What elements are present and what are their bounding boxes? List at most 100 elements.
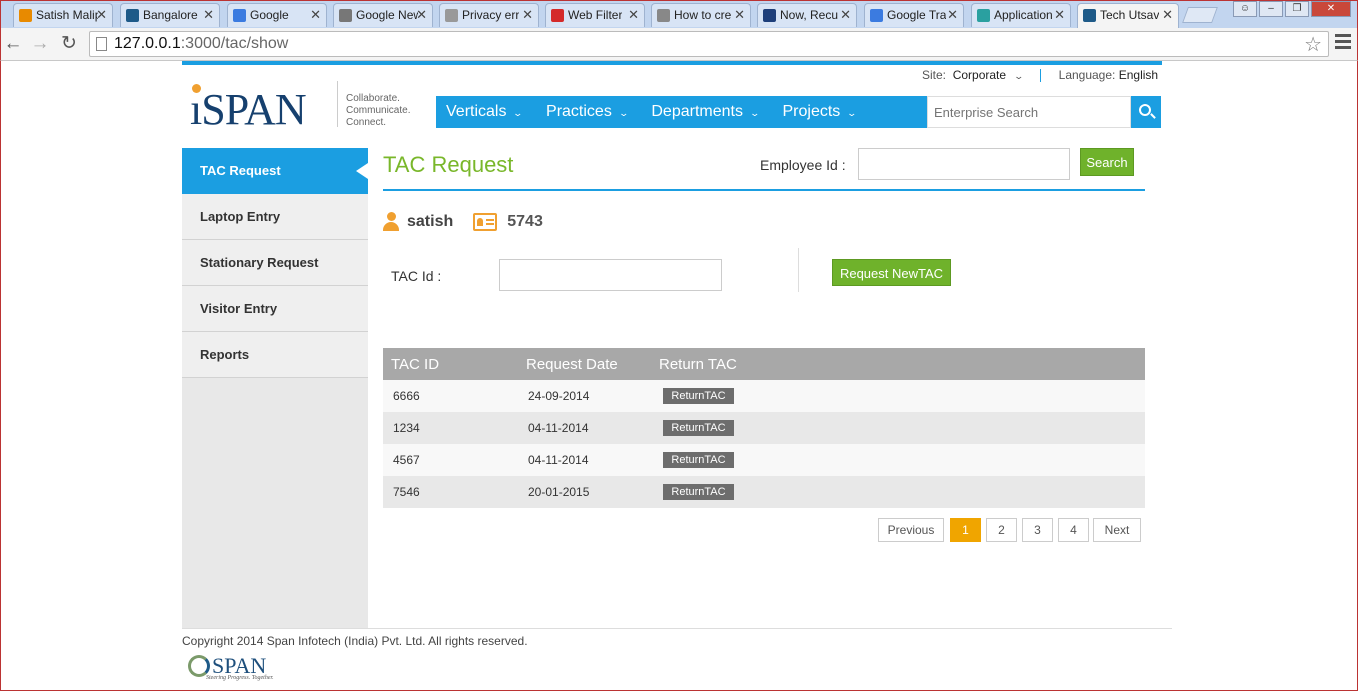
back-arrow-icon[interactable]: ← (1, 32, 25, 56)
page-button[interactable]: 3 (1022, 518, 1053, 542)
user-profile-icon[interactable]: ☺ (1233, 1, 1257, 17)
sidebar-item-tac-request[interactable]: TAC Request (182, 148, 368, 194)
nav-departments[interactable]: Departments ⌄ (637, 96, 768, 128)
bookmark-star-icon[interactable]: ☆ (1304, 32, 1322, 57)
new-tab-button[interactable] (1182, 7, 1218, 23)
close-tab-icon[interactable]: ✕ (203, 4, 214, 26)
sidebar-item-stationary-request[interactable]: Stationary Request (182, 240, 368, 286)
chevron-down-icon: ⌄ (749, 108, 761, 118)
chevron-down-icon: ⌄ (846, 108, 858, 118)
user-name: satish (407, 213, 454, 230)
table-row: 1234 04-11-2014 ReturnTAC (383, 412, 1145, 444)
close-tab-icon[interactable]: ✕ (628, 4, 639, 26)
zscaler-icon (551, 9, 564, 22)
language-value[interactable]: English (1119, 68, 1158, 82)
browser-tab-bar: Satish Malip ✕ Bangalore ✕ Google ✕ Google New… (0, 0, 1358, 29)
sidebar-item-label: Laptop Entry (200, 209, 281, 224)
nav-label: Verticals (446, 103, 507, 120)
close-tab-icon[interactable]: ✕ (1054, 4, 1065, 26)
tac-id-cell: 4567 (393, 453, 420, 467)
nav-label: Practices (546, 103, 612, 120)
language-label: Language: (1058, 68, 1116, 82)
nav-projects[interactable]: Projects ⌄ (769, 96, 866, 128)
tab-label: Privacy err (462, 8, 520, 22)
sidebar-item-label: Visitor Entry (200, 301, 278, 316)
tagline-line: Communicate. (346, 105, 411, 116)
browser-tab[interactable]: How to cre ✕ (651, 3, 751, 27)
tac-id-cell: 6666 (393, 389, 420, 403)
nav-verticals[interactable]: Verticals ⌄ (436, 96, 532, 128)
copyright-text: Copyright 2014 Span Infotech (India) Pvt… (182, 634, 528, 648)
column-header: TAC ID (391, 356, 440, 373)
header-top-border (182, 61, 1162, 65)
browser-tab[interactable]: Bangalore ✕ (120, 3, 220, 27)
maximize-icon[interactable]: ❐ (1285, 1, 1309, 17)
close-tab-icon[interactable]: ✕ (96, 4, 107, 26)
url-host: 127.0.0.1 (114, 35, 181, 52)
page-button[interactable]: 1 (950, 518, 981, 542)
request-new-tac-button[interactable]: Request NewTAC (832, 259, 951, 286)
tac-id-cell: 7546 (393, 485, 420, 499)
employee-id-input[interactable] (858, 148, 1070, 180)
previous-page-button[interactable]: Previous (878, 518, 944, 542)
enterprise-search-input[interactable] (927, 96, 1131, 128)
return-tac-button[interactable]: ReturnTAC (663, 484, 734, 500)
logo-text: SPAN (201, 85, 306, 134)
reload-icon[interactable]: ↻ (57, 32, 81, 56)
close-tab-icon[interactable]: ✕ (947, 4, 958, 26)
site-label: Site: (922, 68, 947, 82)
browser-tab[interactable]: Google ✕ (227, 3, 327, 27)
close-window-icon[interactable]: ✕ (1311, 1, 1351, 17)
tab-label: Tech Utsav (1100, 8, 1160, 22)
browser-tab[interactable]: Web Filter ✕ (545, 3, 645, 27)
address-bar[interactable]: 127.0.0.1:3000/tac/show ☆ (89, 31, 1329, 57)
tab-label: Web Filter (568, 8, 623, 22)
sidebar: TAC Request Laptop Entry Stationary Requ… (182, 148, 368, 628)
minimize-icon[interactable]: – (1259, 1, 1283, 17)
page-button[interactable]: 2 (986, 518, 1017, 542)
page-icon (445, 9, 458, 22)
site-selector[interactable]: Corporate (953, 68, 1006, 82)
span-person-icon (1083, 9, 1096, 22)
browser-toolbar: ← → ↻ 127.0.0.1:3000/tac/show ☆ (0, 28, 1358, 61)
close-tab-icon[interactable]: ✕ (416, 4, 427, 26)
return-tac-button[interactable]: ReturnTAC (663, 452, 734, 468)
forward-arrow-icon[interactable]: → (28, 32, 52, 56)
browser-tab[interactable]: Tech Utsav ✕ (1077, 3, 1179, 29)
nav-practices[interactable]: Practices ⌄ (532, 96, 637, 128)
tab-label: Now, Recu (780, 8, 839, 22)
browser-tab[interactable]: Satish Malip ✕ (13, 3, 113, 27)
page-button[interactable]: 4 (1058, 518, 1089, 542)
browser-tab[interactable]: Google New ✕ (333, 3, 433, 27)
tab-label: How to cre (674, 8, 732, 22)
browser-menu-icon[interactable] (1335, 34, 1351, 52)
next-page-button[interactable]: Next (1093, 518, 1141, 542)
tac-id-label: TAC Id : (391, 268, 442, 284)
outlook-icon (19, 9, 32, 22)
search-button[interactable]: Search (1080, 148, 1134, 176)
close-tab-icon[interactable]: ✕ (522, 4, 533, 26)
sidebar-item-visitor-entry[interactable]: Visitor Entry (182, 286, 368, 332)
span-person-icon (126, 9, 139, 22)
close-tab-icon[interactable]: ✕ (840, 4, 851, 26)
chevron-down-icon[interactable]: ⌄ (1014, 71, 1025, 82)
span-logo[interactable]: ı SPAN (190, 84, 307, 134)
sidebar-item-reports[interactable]: Reports (182, 332, 368, 378)
close-tab-icon[interactable]: ✕ (734, 4, 745, 26)
close-tab-icon[interactable]: ✕ (310, 4, 321, 26)
nav-label: Departments (651, 103, 743, 120)
close-tab-icon[interactable]: ✕ (1162, 4, 1173, 26)
browser-tab[interactable]: Google Tra ✕ (864, 3, 964, 27)
browser-tab[interactable]: Privacy err ✕ (439, 3, 539, 27)
browser-tab[interactable]: Application ✕ (971, 3, 1071, 27)
chevron-down-icon: ⌄ (618, 108, 629, 118)
page-viewport: Site: Corporate ⌄ Language: English ı SPA… (0, 61, 1358, 691)
sidebar-item-laptop-entry[interactable]: Laptop Entry (182, 194, 368, 240)
browser-tab[interactable]: Now, Recu ✕ (757, 3, 857, 27)
search-icon[interactable] (1131, 96, 1161, 128)
url-text[interactable]: 127.0.0.1:3000/tac/show (114, 35, 288, 53)
return-tac-button[interactable]: ReturnTAC (663, 420, 734, 436)
tac-table: TAC ID Request Date Return TAC 6666 24-0… (383, 348, 1145, 508)
return-tac-button[interactable]: ReturnTAC (663, 388, 734, 404)
tac-id-input[interactable] (499, 259, 722, 291)
